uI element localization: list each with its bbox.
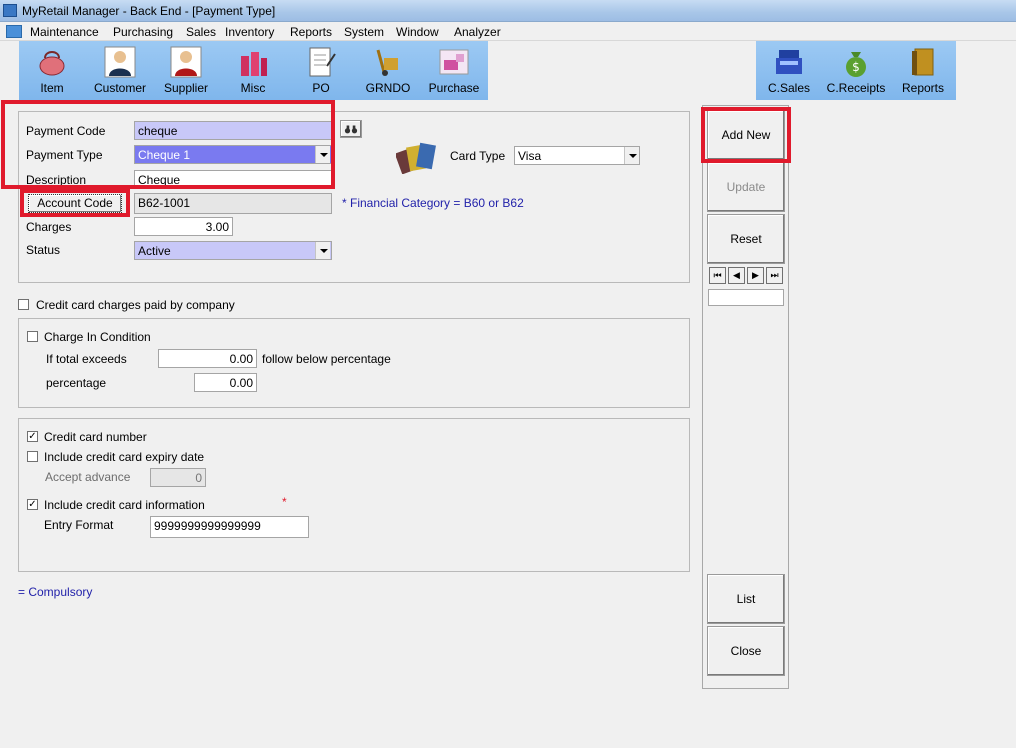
total-exceeds-label: If total exceeds	[46, 352, 127, 366]
status-value: Active	[138, 244, 171, 258]
card-type-label: Card Type	[450, 149, 506, 163]
supplier-icon	[170, 46, 202, 78]
toolbar: Item Customer Supplier Misc PO GRNDO Pur…	[0, 41, 1016, 100]
total-exceeds-input[interactable]: 0.00	[158, 349, 257, 368]
percentage-input[interactable]: 0.00	[194, 373, 257, 392]
customer-icon	[104, 46, 136, 78]
menu-purchasing[interactable]: Purchasing	[113, 25, 173, 39]
money-bag-icon: $	[846, 52, 866, 77]
window-title: MyRetail Manager - Back End - [Payment T…	[22, 4, 276, 18]
financial-category-note: * Financial Category = B60 or B62	[342, 196, 524, 210]
highlight-account-code	[20, 189, 130, 217]
menu-analyzer[interactable]: Analyzer	[454, 25, 501, 39]
svg-text:$: $	[852, 60, 860, 74]
first-record-button[interactable]: ⏮	[709, 267, 726, 284]
mdi-child-icon[interactable]	[6, 25, 22, 38]
card-type-select[interactable]: Visa	[514, 146, 640, 165]
account-code-field: B62-1001	[134, 193, 332, 214]
hand-truck-icon	[376, 49, 398, 76]
menu-window[interactable]: Window	[396, 25, 439, 39]
title-bar: MyRetail Manager - Back End - [Payment T…	[0, 0, 1016, 22]
toolbar-purchase-button[interactable]: Purchase	[424, 41, 484, 100]
entry-format-input[interactable]: 9999999999999999	[150, 516, 309, 538]
reset-button[interactable]: Reset	[707, 214, 785, 264]
next-record-button[interactable]: ▶	[747, 267, 764, 284]
update-button[interactable]: Update	[707, 162, 785, 212]
po-icon	[309, 47, 336, 77]
required-asterisk: *	[282, 495, 287, 509]
menu-bar: Maintenance Purchasing Sales Inventory R…	[0, 22, 1016, 41]
toolbar-grndo-button[interactable]: GRNDO	[360, 41, 416, 100]
menu-sales[interactable]: Sales	[186, 25, 216, 39]
charges-label: Charges	[26, 220, 72, 234]
highlight-payment-fields	[1, 100, 335, 189]
menu-system[interactable]: System	[344, 25, 384, 39]
toolbar-csales-button[interactable]: C.Sales	[762, 41, 816, 100]
status-select[interactable]: Active	[134, 241, 332, 260]
toolbar-misc-button[interactable]: Misc	[228, 41, 278, 100]
company-charges-checkbox[interactable]	[18, 299, 29, 310]
close-button[interactable]: Close	[707, 626, 785, 676]
menu-inventory[interactable]: Inventory	[225, 25, 274, 39]
card-number-checkbox[interactable]: ✓	[27, 431, 38, 442]
highlight-add-new	[701, 107, 791, 163]
toolbar-po-button[interactable]: PO	[296, 41, 346, 100]
card-number-label: Credit card number	[44, 430, 147, 444]
toolbar-supplier-button[interactable]: Supplier	[158, 41, 214, 100]
menu-maintenance[interactable]: Maintenance	[30, 25, 99, 39]
entry-format-label: Entry Format	[44, 518, 114, 532]
card-info-label: Include credit card information	[44, 498, 205, 512]
charge-condition-label: Charge In Condition	[44, 330, 151, 344]
status-dropdown-arrow[interactable]	[315, 242, 330, 259]
expiry-date-label: Include credit card expiry date	[44, 450, 205, 464]
card-type-dropdown-arrow[interactable]	[624, 147, 639, 164]
toolbar-reports-button[interactable]: Reports	[896, 41, 950, 100]
list-button[interactable]: List	[707, 574, 785, 624]
toolbar-item-button[interactable]: Item	[24, 41, 80, 100]
credit-cards-icon	[396, 142, 436, 174]
menu-reports[interactable]: Reports	[290, 25, 332, 39]
purchase-icon	[439, 49, 469, 75]
compulsory-note: = Compulsory	[18, 585, 93, 599]
expiry-date-checkbox[interactable]	[27, 451, 38, 462]
company-charges-label: Credit card charges paid by company	[36, 298, 235, 312]
misc-icon	[241, 52, 267, 76]
card-info-checkbox[interactable]: ✓	[27, 499, 38, 510]
cash-register-icon	[776, 50, 802, 74]
card-type-value: Visa	[518, 149, 542, 163]
last-record-button[interactable]: ⏭	[766, 267, 783, 284]
toolbar-customer-button[interactable]: Customer	[88, 41, 152, 100]
toolbar-creceipts-button[interactable]: $ C.Receipts	[822, 41, 890, 100]
charges-input[interactable]: 3.00	[134, 217, 233, 236]
record-position-field[interactable]	[708, 289, 784, 306]
handbag-icon	[39, 51, 65, 76]
accept-advance-label: Accept advance	[45, 470, 131, 484]
reports-book-icon	[912, 48, 934, 76]
charge-condition-checkbox[interactable]	[27, 331, 38, 342]
search-binoculars-button[interactable]	[340, 120, 362, 138]
previous-record-button[interactable]: ◀	[728, 267, 745, 284]
follow-percentage-label: follow below percentage	[262, 352, 391, 366]
app-icon	[3, 4, 17, 17]
percentage-label: percentage	[46, 376, 107, 390]
status-label: Status	[26, 243, 61, 257]
accept-advance-input: 0	[150, 468, 206, 487]
binoculars-icon	[344, 125, 358, 134]
